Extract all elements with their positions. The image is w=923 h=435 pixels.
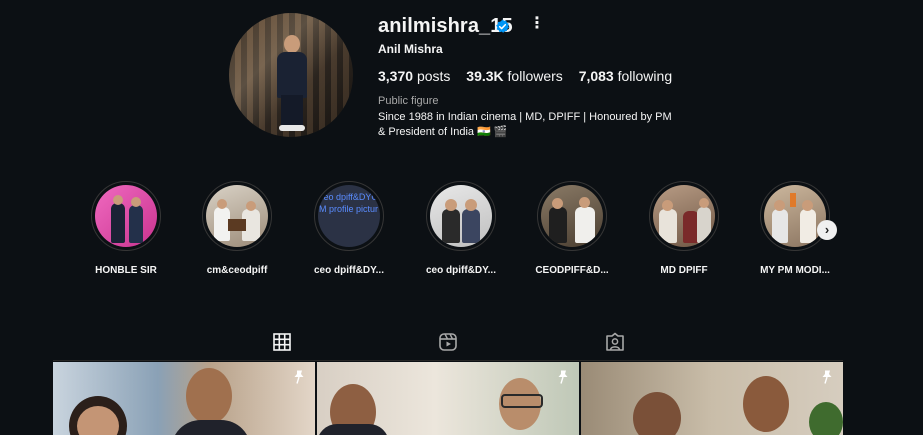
more-options-icon[interactable]: ⋮ — [529, 15, 545, 33]
highlight-cover — [430, 185, 492, 247]
post-thumbnail[interactable] — [317, 362, 579, 435]
username: anilmishra_15 — [378, 15, 513, 37]
highlight-item[interactable]: ceo dpiff&DY... — [416, 181, 506, 276]
reels-icon[interactable] — [437, 331, 459, 353]
highlight-cover-text: ceo dpiff&DYCM profile pictur — [319, 192, 379, 214]
pinned-post-icon — [822, 370, 832, 384]
highlight-cover: ceo dpiff&DYCM profile pictur — [318, 185, 380, 247]
post-thumbnail[interactable] — [581, 362, 843, 435]
highlight-cover — [206, 185, 268, 247]
highlight-cover — [653, 185, 715, 247]
post-thumbnail[interactable] — [53, 362, 315, 435]
tabs-divider — [53, 360, 843, 361]
profile-category: Public figure — [378, 95, 439, 107]
following-stat[interactable]: 7,083 following — [579, 68, 672, 84]
profile-bio: Since 1988 in Indian cinema | MD, DPIFF … — [378, 110, 708, 140]
highlight-cover — [95, 185, 157, 247]
highlight-item[interactable]: ceo dpiff&DYCM profile pictur ceo dpiff&… — [304, 181, 394, 276]
highlight-cover — [541, 185, 603, 247]
highlight-cover — [764, 185, 826, 247]
pinned-post-icon — [558, 370, 568, 384]
highlight-label: HONBLE SIR — [95, 265, 157, 276]
posts-stat: 3,370 posts — [378, 68, 451, 84]
tagged-icon[interactable] — [604, 331, 626, 353]
full-name: Anil Mishra — [378, 42, 443, 56]
highlight-item[interactable]: CEODPIFF&D... — [527, 181, 617, 276]
bio-line: Since 1988 in Indian cinema | MD, DPIFF … — [378, 111, 672, 123]
profile-stats: 3,370 posts 39.3K followers 7,083 follow… — [378, 68, 672, 84]
highlight-item[interactable]: MD DPIFF — [639, 181, 729, 276]
highlights-next-button[interactable]: › — [817, 220, 837, 240]
highlight-label: MY PM MODI... — [760, 265, 830, 276]
followers-stat[interactable]: 39.3K followers — [466, 68, 563, 84]
highlight-label: CEODPIFF&D... — [535, 265, 609, 276]
avatar-person — [275, 35, 309, 131]
posts-grid-icon[interactable] — [271, 331, 293, 353]
pinned-post-icon — [294, 370, 304, 384]
highlight-item[interactable]: cm&ceodpiff — [192, 181, 282, 276]
bio-line: & President of India 🇮🇳 🎬 — [378, 126, 508, 138]
highlight-label: ceo dpiff&DY... — [313, 265, 384, 276]
highlight-item[interactable]: HONBLE SIR — [81, 181, 171, 276]
highlight-label: cm&ceodpiff — [206, 265, 268, 276]
profile-avatar[interactable] — [229, 13, 353, 137]
highlight-label: MD DPIFF — [660, 265, 708, 276]
highlight-label: ceo dpiff&DY... — [425, 265, 496, 276]
verified-badge-icon — [496, 19, 509, 33]
